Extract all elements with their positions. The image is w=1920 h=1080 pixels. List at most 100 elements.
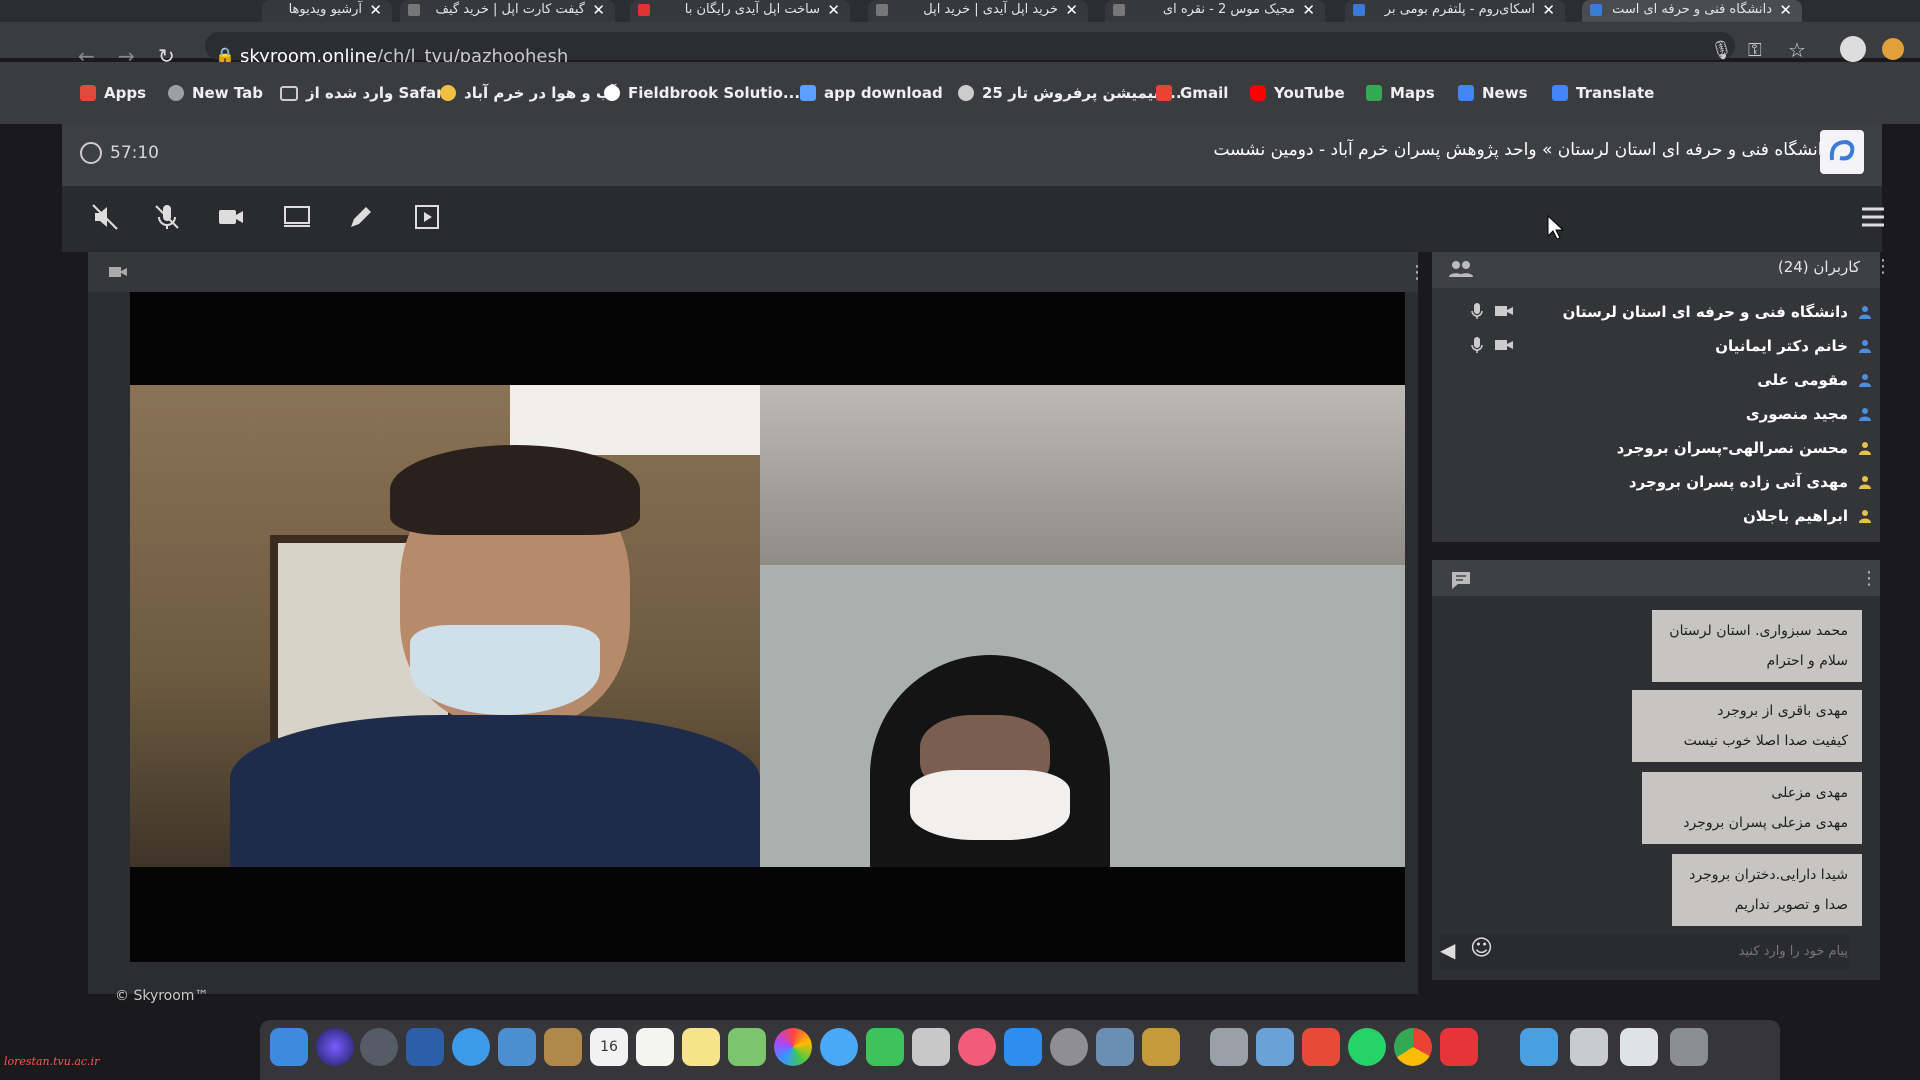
close-icon[interactable]: ✕ — [827, 0, 840, 20]
migration-icon[interactable] — [1096, 1028, 1134, 1066]
screen-share-icon[interactable] — [280, 202, 314, 236]
tab-free-apple-id[interactable]: ساخت اپل آیدی رایگان با ✕ — [630, 0, 850, 22]
tab-buy-apple-id[interactable]: خرید اپل آیدی | خرید اپل ✕ — [868, 0, 1088, 22]
notes-icon[interactable] — [682, 1028, 720, 1066]
messages-icon[interactable] — [820, 1028, 858, 1066]
photos-icon[interactable] — [774, 1028, 812, 1066]
bookmark-youtube[interactable]: YouTube — [1250, 84, 1345, 102]
documents-stack-icon[interactable] — [1570, 1028, 1608, 1066]
user-list-item[interactable]: دانشگاه فنی و حرفه ای استان لرستان — [1563, 296, 1872, 328]
close-icon[interactable]: ✕ — [1779, 0, 1792, 20]
key-icon[interactable]: ⚿ — [1748, 40, 1762, 61]
speaker-off-icon[interactable] — [88, 202, 122, 236]
chrome-icon[interactable] — [1394, 1028, 1432, 1066]
profile-avatar[interactable] — [1840, 36, 1866, 62]
mic-icon[interactable]: 🎙 — [1710, 40, 1733, 61]
reminders-icon[interactable] — [636, 1028, 674, 1066]
whatsapp-icon[interactable] — [1348, 1028, 1386, 1066]
user-app-icon[interactable] — [1256, 1028, 1294, 1066]
archive-utility-icon[interactable] — [1142, 1028, 1180, 1066]
finder-icon[interactable] — [270, 1028, 308, 1066]
user-camera-icon[interactable] — [1494, 338, 1514, 356]
siri-icon[interactable] — [316, 1028, 354, 1066]
user-list-item[interactable]: خانم دکتر ایمانیان — [1715, 330, 1872, 362]
ceiling-panels — [760, 385, 1405, 565]
file-stack-icon[interactable] — [1620, 1028, 1658, 1066]
participant-video-male-speaker[interactable] — [130, 385, 760, 867]
user-list-item[interactable]: مهدی آنی زاده پسران بروجرد — [1629, 466, 1872, 498]
remote-desktop-icon[interactable] — [1302, 1028, 1340, 1066]
bookmark-app-download[interactable]: app download — [800, 84, 943, 102]
user-name: مجید منصوری — [1745, 405, 1848, 423]
photo-booth-icon[interactable] — [912, 1028, 950, 1066]
close-icon[interactable]: ✕ — [1065, 0, 1078, 20]
user-list-item[interactable]: محسن نصرالهی-پسران بروجرد — [1617, 432, 1872, 464]
user-list-item[interactable]: مجید منصوری — [1746, 398, 1872, 430]
trash-icon[interactable] — [1670, 1028, 1708, 1066]
preview-icon[interactable] — [498, 1028, 536, 1066]
chat-message-author: مهدی مزعلی — [1771, 785, 1848, 801]
bookmark-gmail[interactable]: Gmail — [1156, 84, 1228, 102]
user-icon — [1858, 305, 1872, 319]
emoji-icon[interactable]: ☺ — [1470, 936, 1493, 961]
close-icon[interactable]: ✕ — [1542, 0, 1555, 20]
bookmark-news[interactable]: News — [1458, 84, 1528, 102]
bookmark-weather[interactable]: آب و هوا در خرم آباد — [440, 84, 616, 102]
video-options-icon[interactable]: ⋮ — [1408, 262, 1426, 283]
safari-icon[interactable] — [452, 1028, 490, 1066]
bookmark-animations[interactable]: 25 انیمیشن پرفروش تار... — [958, 84, 1182, 102]
favicon-icon — [876, 4, 888, 16]
menu-icon[interactable] — [1860, 206, 1886, 232]
bookmark-translate[interactable]: Translate — [1552, 84, 1654, 102]
users-icon — [1448, 260, 1474, 282]
user-mic-icon[interactable] — [1470, 302, 1484, 324]
send-icon[interactable]: ◀ — [1440, 938, 1455, 962]
camera-icon[interactable] — [214, 202, 248, 236]
contacts-icon[interactable] — [544, 1028, 582, 1066]
bookmark-new-tab[interactable]: New Tab — [168, 84, 263, 102]
speaker-suit — [230, 715, 760, 867]
mission-control-icon[interactable] — [406, 1028, 444, 1066]
user-mic-icon[interactable] — [1470, 336, 1484, 358]
user-camera-icon[interactable] — [1494, 304, 1514, 322]
chat-message: مهدی باقری از بروجرد کیفیت صدا اصلا خوب … — [1632, 690, 1862, 762]
user-list-item[interactable]: ابراهیم باجلان — [1743, 500, 1872, 532]
tab-skyroom[interactable]: اسکای‌روم - پلتفرم بومی بر ✕ — [1345, 0, 1565, 22]
star-icon[interactable]: ☆ — [1788, 38, 1806, 62]
watermark: lorestan.tvu.ac.ir — [4, 1055, 100, 1068]
chat-message: محمد سبزواری. استان لرستان سلام و احترام — [1652, 610, 1862, 682]
presentation-icon[interactable] — [410, 202, 444, 236]
bookmark-maps[interactable]: Maps — [1366, 84, 1435, 102]
facetime-icon[interactable] — [866, 1028, 904, 1066]
extension-icon[interactable] — [1882, 38, 1904, 60]
anydesk-icon[interactable] — [1440, 1028, 1478, 1066]
tab-magic-mouse[interactable]: مجیک موس 2 - نقره ای ✕ — [1105, 0, 1325, 22]
system-preferences-icon[interactable] — [1050, 1028, 1088, 1066]
calendar-icon[interactable]: 16 — [590, 1028, 628, 1066]
favicon-icon — [1353, 4, 1365, 16]
room-toolbar — [62, 186, 1882, 252]
maps-app-icon[interactable] — [728, 1028, 766, 1066]
users-options-icon[interactable]: ⋮ — [1874, 256, 1892, 277]
bookmark-apps[interactable]: Apps — [80, 84, 146, 102]
chat-options-icon[interactable]: ⋮ — [1860, 568, 1878, 589]
pen-icon[interactable] — [344, 202, 378, 236]
user-name: محسن نصرالهی-پسران بروجرد — [1616, 439, 1848, 457]
tab-gift-card[interactable]: گیفت کارت اپل | خرید گیف ✕ — [400, 0, 615, 22]
close-icon[interactable]: ✕ — [369, 0, 382, 20]
utilities-icon[interactable] — [1210, 1028, 1248, 1066]
participant-video-female[interactable] — [760, 385, 1405, 867]
user-list-item[interactable]: مقومی علی — [1757, 364, 1872, 396]
mic-off-icon[interactable] — [150, 202, 184, 236]
downloads-folder-icon[interactable] — [1520, 1028, 1558, 1066]
app-store-icon[interactable] — [1004, 1028, 1042, 1066]
close-icon[interactable]: ✕ — [1302, 0, 1315, 20]
tab-video-archive[interactable]: آرشیو ویدیوها ✕ — [262, 0, 392, 22]
music-icon[interactable] — [958, 1028, 996, 1066]
user-icon — [1858, 339, 1872, 353]
bookmark-fieldbrook[interactable]: Fieldbrook Solutio... — [604, 84, 800, 102]
tab-lorestan-tvu[interactable]: دانشگاه فنی و حرفه ای است ✕ — [1582, 0, 1802, 22]
close-icon[interactable]: ✕ — [592, 0, 605, 20]
bookmark-safari-folder[interactable]: وارد شده از Safari — [280, 84, 449, 102]
launchpad-icon[interactable] — [360, 1028, 398, 1066]
